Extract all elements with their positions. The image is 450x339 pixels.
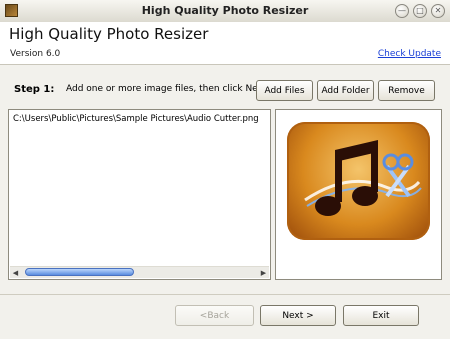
exit-button[interactable]: Exit (343, 305, 419, 326)
add-files-button[interactable]: Add Files (256, 80, 313, 101)
horizontal-scrollbar[interactable]: ◀ ▶ (10, 266, 269, 278)
audio-cutter-icon (287, 122, 430, 240)
check-update-link[interactable]: Check Update (378, 49, 441, 59)
file-list-item[interactable]: C:\Users\Public\Pictures\Sample Pictures… (13, 114, 259, 124)
title-bar[interactable]: High Quality Photo Resizer — □ ✕ (0, 0, 450, 23)
music-note-scissors-icon (304, 140, 422, 216)
next-button[interactable]: Next > (260, 305, 336, 326)
app-title: High Quality Photo Resizer (9, 25, 209, 43)
remove-button[interactable]: Remove (378, 80, 435, 101)
version-label: Version 6.0 (10, 49, 61, 59)
image-preview (275, 109, 442, 280)
window-title: High Quality Photo Resizer (141, 4, 309, 17)
header-panel: High Quality Photo Resizer Version 6.0 C… (0, 22, 450, 65)
close-button[interactable]: ✕ (431, 4, 445, 18)
step-description: Add one or more image files, then click … (66, 84, 270, 94)
scroll-left-icon[interactable]: ◀ (10, 267, 21, 278)
maximize-button[interactable]: □ (413, 4, 427, 18)
scroll-thumb[interactable] (25, 268, 134, 276)
step-label: Step 1: (14, 84, 55, 95)
scroll-right-icon[interactable]: ▶ (258, 267, 269, 278)
file-list[interactable]: C:\Users\Public\Pictures\Sample Pictures… (8, 109, 271, 280)
back-button[interactable]: <Back (175, 305, 254, 326)
minimize-button[interactable]: — (395, 4, 409, 18)
add-folder-button[interactable]: Add Folder (317, 80, 374, 101)
footer-divider (0, 294, 450, 295)
app-window: High Quality Photo Resizer — □ ✕ High Qu… (0, 0, 450, 339)
